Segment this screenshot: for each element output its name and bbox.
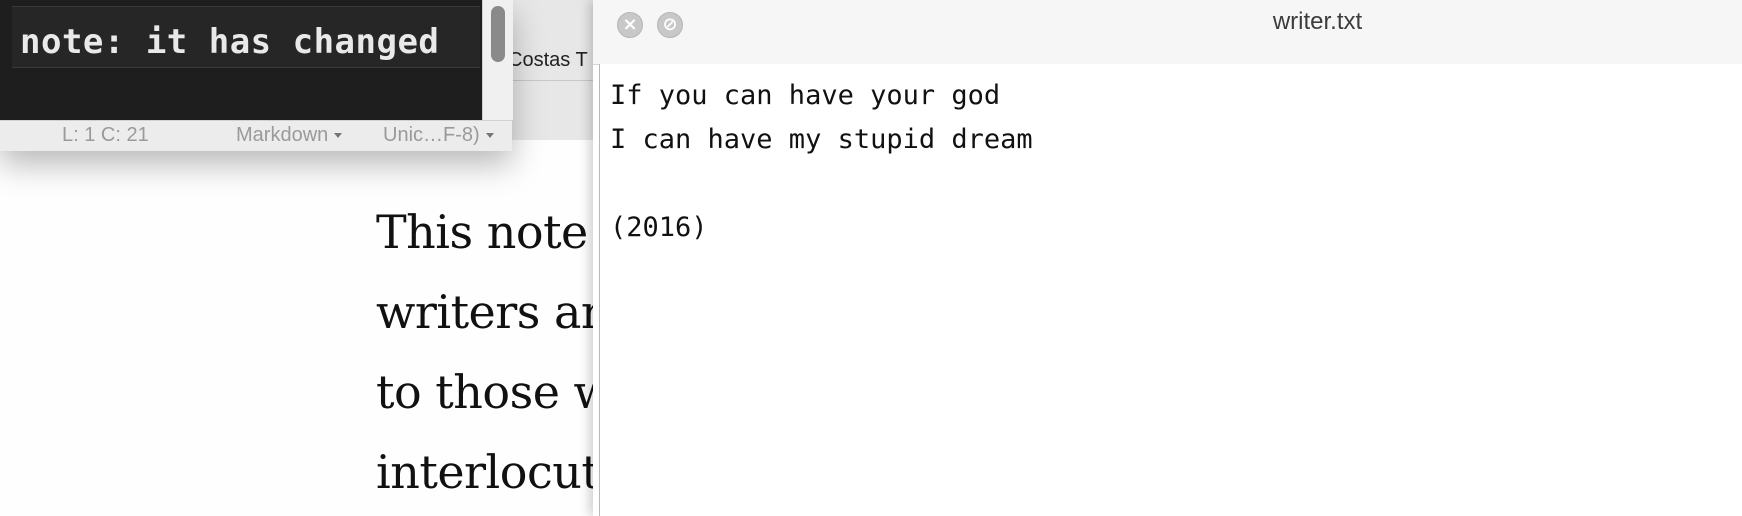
text-line: If you can have your god bbox=[610, 80, 1001, 111]
writer-window: × ⊘ writer.txt If you can have your god … bbox=[593, 0, 1742, 516]
background-tab-label[interactable]: Costas T bbox=[508, 49, 588, 72]
document-text[interactable]: If you can have your god I can have my s… bbox=[610, 74, 1033, 250]
title-bar[interactable]: × ⊘ writer.txt bbox=[593, 0, 1742, 65]
editor-text-area[interactable]: note: it has changed bbox=[0, 0, 482, 120]
encoding-label: Unic…F-8) bbox=[383, 124, 480, 146]
cursor-position: L: 1 C: 21 bbox=[62, 124, 149, 146]
text-line: (2016) bbox=[610, 212, 708, 243]
scrollbar-thumb[interactable] bbox=[491, 6, 505, 62]
article-line: interlocut bbox=[376, 445, 600, 499]
syntax-language-label: Markdown bbox=[236, 124, 329, 146]
editor-line-text[interactable]: note: it has changed bbox=[20, 22, 439, 62]
encoding-selector[interactable]: Unic…F-8) bbox=[383, 124, 494, 147]
background-article-text: This note writers are to those w interlo… bbox=[376, 192, 600, 512]
status-bar: L: 1 C: 21 Markdown Unic…F-8) bbox=[0, 120, 512, 151]
text-editor-body[interactable]: If you can have your god I can have my s… bbox=[599, 64, 1742, 516]
text-line: I can have my stupid dream bbox=[610, 124, 1033, 155]
mini-editor-window: note: it has changed L: 1 C: 21 Markdown… bbox=[0, 0, 513, 151]
window-title: writer.txt bbox=[1272, 8, 1363, 35]
vertical-scrollbar[interactable] bbox=[482, 0, 513, 120]
chevron-down-icon bbox=[485, 133, 494, 139]
article-line: This note bbox=[376, 205, 588, 259]
article-line: to those w bbox=[376, 365, 600, 419]
background-tab-divider bbox=[500, 80, 600, 81]
chevron-down-icon bbox=[334, 133, 343, 139]
article-line: writers are bbox=[376, 285, 600, 339]
text-line bbox=[610, 162, 1033, 206]
syntax-language-selector[interactable]: Markdown bbox=[236, 124, 343, 147]
